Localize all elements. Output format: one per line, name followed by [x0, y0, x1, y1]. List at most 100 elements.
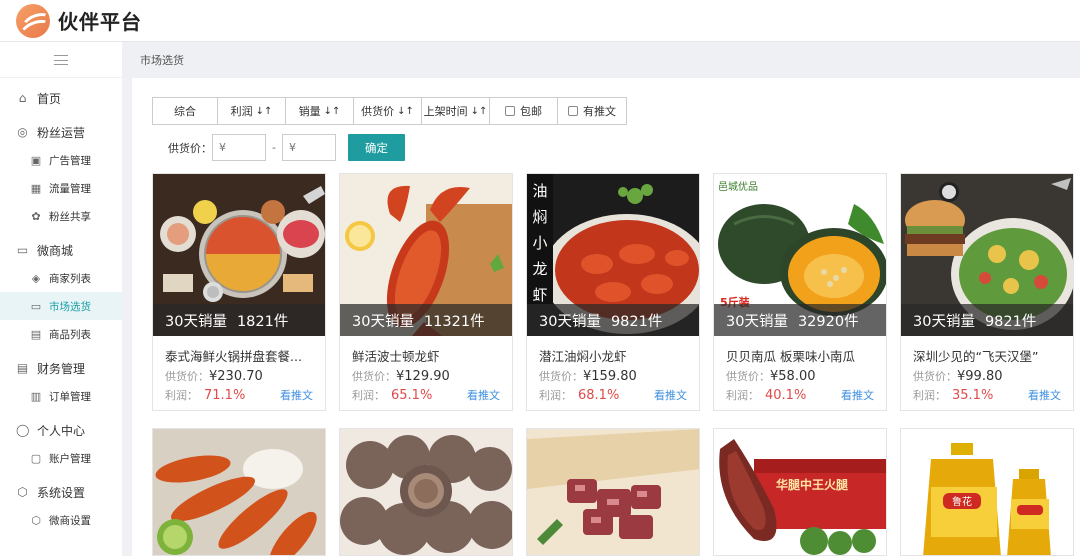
- supply-price: 供货价：¥159.80: [539, 368, 637, 384]
- sidebar-subitem-label: 市场选货: [49, 300, 91, 313]
- product-card[interactable]: 油 焖 小 龙 虾 30天销量 9821件 潜江油焖小龙虾 供货价：¥159.80 利润…: [526, 173, 700, 411]
- store-icon: ▭: [16, 242, 29, 257]
- product-card[interactable]: [526, 428, 700, 556]
- supply-price-value: ¥99.80: [957, 369, 1003, 384]
- product-card[interactable]: 华腿中王火腿: [713, 428, 887, 556]
- supply-price: 供货价：¥58.00: [726, 368, 816, 384]
- sidebar-subitem-label: 粉丝共享: [49, 210, 91, 223]
- product-card[interactable]: 邑城优品 5斤装 30天销量 32920件 贝贝南瓜 板栗味小南瓜 供货价：¥58.0…: [713, 173, 887, 411]
- sort-sales[interactable]: 销量 ↓↑: [286, 98, 354, 124]
- profit: 利润： 35.1%: [913, 387, 993, 403]
- svg-text:邑城优品: 邑城优品: [718, 180, 758, 193]
- product-card[interactable]: 30天销量 9821件 深圳少见的“飞天汉堡” 供货价：¥99.80 利润： 35.1% 看…: [900, 173, 1074, 411]
- sales-overlay: 30天销量 11321件: [340, 304, 512, 336]
- supply-price-value: ¥58.00: [770, 369, 816, 384]
- settings-icon: ⬡: [17, 484, 28, 499]
- sidebar-group: ◎ 粉丝运营 ▣ 广告管理 ▦ 流量管理 ✿ 粉丝共享: [0, 112, 122, 230]
- product-card[interactable]: 30天销量 11321件 鲜活波士顿龙虾 供货价：¥129.90 利润： 65.1% 看推文: [339, 173, 513, 411]
- sidebar-item-label: 微商城: [37, 243, 74, 258]
- sales-overlay: 30天销量 9821件: [527, 304, 699, 336]
- product-image[interactable]: 华腿中王火腿: [714, 429, 886, 555]
- sidebar-subitem-label: 商品列表: [49, 328, 91, 341]
- product-name[interactable]: 鲜活波士顿龙虾: [352, 346, 508, 365]
- sidebar-subitem-product-list[interactable]: ▤ 商品列表: [0, 320, 122, 348]
- sort-profit-label: 利润: [230, 105, 253, 118]
- merchant-list-icon: ◈: [31, 272, 41, 285]
- market-icon: ▭: [30, 300, 42, 313]
- view-post-link[interactable]: 看推文: [654, 387, 687, 403]
- supply-price-value: ¥159.80: [583, 369, 637, 384]
- sort-profit[interactable]: 利润 ↓↑: [218, 98, 286, 124]
- sidebar-item-settings[interactable]: ⬡ 系统设置: [0, 478, 122, 506]
- sidebar-item-home[interactable]: ⌂ 首页: [0, 84, 122, 112]
- supply-price: 供货价：¥129.90: [352, 368, 450, 384]
- confirm-button[interactable]: 确定: [348, 134, 405, 161]
- max-price-input[interactable]: [281, 134, 336, 161]
- sidebar: ⌂ 首页 ◎ 粉丝运营 ▣ 广告管理 ▦ 流量管理 ✿ 粉丝共享 ▭ 微商城 ◈ 商家列表 ▭ 市场选货 ▤ 商品…: [0, 42, 122, 556]
- view-post-link[interactable]: 看推文: [280, 387, 313, 403]
- sort-arrows-icon: ↓↑: [323, 105, 341, 117]
- product-image[interactable]: [527, 429, 699, 555]
- sort-supply-price[interactable]: 供货价 ↓↑: [354, 98, 422, 124]
- view-post-link[interactable]: 看推文: [467, 387, 500, 403]
- supply-price-label: 供货价：: [913, 370, 957, 383]
- sidebar-nav: ⌂ 首页 ◎ 粉丝运营 ▣ 广告管理 ▦ 流量管理 ✿ 粉丝共享 ▭ 微商城 ◈ 商家列表 ▭ 市场选货 ▤ 商品…: [0, 78, 122, 534]
- profit-label: 利润：: [165, 389, 198, 402]
- product-name[interactable]: 潜江油焖小龙虾: [539, 346, 695, 365]
- sidebar-subitem-label: 流量管理: [49, 182, 91, 195]
- breadcrumb-current: 市场选货: [140, 54, 184, 67]
- product-name[interactable]: 泰式海鲜火锅拼盘套餐...: [165, 346, 321, 365]
- sidebar-subitem-share[interactable]: ✿ 粉丝共享: [0, 202, 122, 230]
- product-name[interactable]: 深圳少见的“飞天汉堡”: [913, 346, 1069, 365]
- sidebar-item-user[interactable]: ◯ 个人中心: [0, 416, 122, 444]
- sort-bar: 综合 利润 ↓↑ 销量 ↓↑ 供货价 ↓↑ 上架时间 ↓↑ 包邮 有推文: [152, 97, 627, 125]
- product-card[interactable]: 鲁花: [900, 428, 1074, 556]
- sales-count: 32920件: [797, 313, 859, 330]
- free-shipping-checkbox[interactable]: [505, 106, 515, 116]
- sidebar-subitem-ad[interactable]: ▣ 广告管理: [0, 146, 122, 174]
- supply-price-label: 供货价：: [165, 370, 209, 383]
- product-card[interactable]: 30天销量 1821件 泰式海鲜火锅拼盘套餐... 供货价：¥230.70 利润： 71.…: [152, 173, 326, 411]
- micro-settings-icon: ⬡: [31, 514, 41, 527]
- sort-comprehensive[interactable]: 综合: [153, 98, 218, 124]
- supply-price-label: 供货价：: [539, 370, 583, 383]
- sort-listing-time[interactable]: 上架时间 ↓↑: [422, 98, 490, 124]
- sort-arrows-icon: ↓↑: [397, 105, 414, 117]
- view-post-link[interactable]: 看推文: [1028, 387, 1061, 403]
- sidebar-item-fans[interactable]: ◎ 粉丝运营: [0, 118, 122, 146]
- supply-price: 供货价：¥99.80: [913, 368, 1003, 384]
- svg-text:龙: 龙: [532, 260, 547, 278]
- menu-toggle-icon[interactable]: [0, 42, 122, 78]
- min-price-input[interactable]: [212, 134, 266, 161]
- product-image[interactable]: [340, 429, 512, 555]
- sidebar-subitem-merchant-list[interactable]: ◈ 商家列表: [0, 264, 122, 292]
- sales-label: 30天销量: [165, 313, 227, 330]
- supply-price-value: ¥230.70: [209, 369, 263, 384]
- free-shipping-filter[interactable]: 包邮: [490, 98, 558, 124]
- logo-icon[interactable]: [16, 3, 50, 38]
- product-image[interactable]: [153, 429, 325, 555]
- has-post-checkbox[interactable]: [568, 106, 578, 116]
- view-post-link[interactable]: 看推文: [841, 387, 874, 403]
- app-title: 伙伴平台: [58, 10, 142, 34]
- sort-arrows-icon: ↓↑: [255, 105, 273, 117]
- user-icon: ◯: [16, 422, 30, 437]
- product-name[interactable]: 贝贝南瓜 板栗味小南瓜: [726, 346, 882, 365]
- has-post-filter[interactable]: 有推文: [558, 98, 626, 124]
- sales-count: 9821件: [984, 313, 1037, 330]
- sidebar-subitem-traffic[interactable]: ▦ 流量管理: [0, 174, 122, 202]
- sales-label: 30天销量: [726, 313, 788, 330]
- profit: 利润： 71.1%: [165, 387, 245, 403]
- product-image[interactable]: 鲁花: [901, 429, 1073, 555]
- free-shipping-label: 包邮: [520, 105, 542, 118]
- sidebar-item-store[interactable]: ▭ 微商城: [0, 236, 122, 264]
- sidebar-subitem-account[interactable]: ▢ 账户管理: [0, 444, 122, 472]
- product-card[interactable]: [339, 428, 513, 556]
- product-card[interactable]: [152, 428, 326, 556]
- sidebar-item-finance[interactable]: ▤ 财务管理: [0, 354, 122, 382]
- sidebar-subitem-micro-settings[interactable]: ⬡ 微商设置: [0, 506, 122, 534]
- sidebar-group: ▭ 微商城 ◈ 商家列表 ▭ 市场选货 ▤ 商品列表: [0, 230, 122, 348]
- sidebar-subitem-market[interactable]: ▭ 市场选货: [0, 292, 122, 320]
- supply-price: 供货价：¥230.70: [165, 368, 263, 384]
- sidebar-subitem-order[interactable]: ▥ 订单管理: [0, 382, 122, 410]
